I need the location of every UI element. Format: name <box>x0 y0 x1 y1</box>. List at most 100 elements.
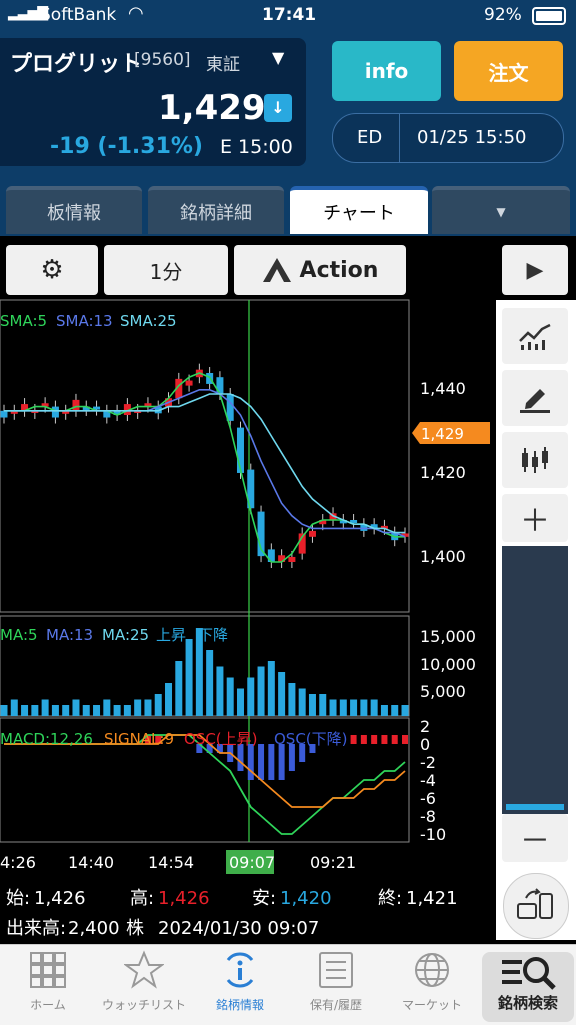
draw-button[interactable] <box>502 370 568 426</box>
candle-body <box>72 399 80 411</box>
macd-osc-bar <box>381 735 388 744</box>
volume-bar <box>267 661 275 716</box>
current-price: 1,429 <box>158 88 266 128</box>
sma-line-3 <box>4 393 405 534</box>
rotate-button[interactable] <box>503 873 569 939</box>
zoom-in-button[interactable]: ＋ <box>502 494 568 542</box>
line-chart-icon <box>519 323 551 350</box>
nav-stock-info-label: 銘柄情報 <box>215 998 264 1012</box>
zoom-slider[interactable] <box>502 546 568 814</box>
high-value: 1,426 <box>158 888 210 909</box>
macd-tick-m10: -10 <box>420 825 446 844</box>
nav-holdings-label: 保有/履歴 <box>309 998 363 1012</box>
ed-time: 01/25 15:50 <box>417 127 527 148</box>
ed-label: ED <box>357 127 383 148</box>
chart-frames <box>0 299 410 843</box>
current-price-tag-label: 1,429 <box>421 425 464 443</box>
volume-bar <box>329 699 337 716</box>
macd-osc-bar <box>288 744 295 771</box>
volume-bar <box>51 705 59 716</box>
tab-more[interactable]: ▼ <box>432 186 570 234</box>
stock-summary[interactable]: プログリット [9560] 東証 ▼ 1,429 ↓ -19 (-1.31%) … <box>0 38 306 166</box>
chart-area[interactable]: SMA:5 SMA:13 SMA:25 MA:5 MA:13 MA:25 上昇 … <box>0 298 496 944</box>
datetime-value: 2024/01/30 09:07 <box>158 918 319 939</box>
legend-down: 下降 <box>198 626 228 644</box>
tab-details[interactable]: 銘柄詳細 <box>148 186 284 234</box>
volume-bar <box>123 705 131 716</box>
dropdown-icon[interactable]: ▼ <box>272 48 284 67</box>
wifi-icon: ◠ <box>128 3 144 24</box>
high-label: 高: <box>130 888 154 909</box>
nav-home-label: ホーム <box>30 998 66 1012</box>
status-bar: ▂▃▅▇ SoftBank ◠ 17:41 92% <box>0 0 576 32</box>
price-tick-1440: 1,440 <box>420 379 466 398</box>
legend-macd: MACD:12,26 <box>0 730 93 748</box>
volume-bar <box>391 705 399 716</box>
step-forward-icon: ▶︎ <box>526 257 544 283</box>
stock-code: [9560] <box>134 50 191 70</box>
macd-tick-0: 0 <box>420 735 430 754</box>
action-button[interactable]: Action <box>234 245 406 295</box>
plus-icon: ＋ <box>520 504 550 539</box>
macd-osc-bar <box>391 735 398 744</box>
macd-line <box>4 734 406 835</box>
play-button[interactable]: ▶︎ <box>502 245 568 295</box>
volume-bar <box>370 699 378 716</box>
nav-stock-info[interactable]: 銘柄情報 <box>192 950 288 1020</box>
volume-bar <box>185 639 193 716</box>
info-button[interactable]: info <box>332 41 441 101</box>
settings-button[interactable]: ⚙ <box>6 245 98 295</box>
vol-tick-10000: 10,000 <box>420 655 476 674</box>
volume-bar <box>10 699 18 716</box>
volume-bar <box>298 688 306 716</box>
action-label: Action <box>299 257 379 283</box>
order-button[interactable]: 注文 <box>454 41 563 101</box>
price-time: E 15:00 <box>220 136 293 158</box>
macd-osc-bar <box>371 735 378 744</box>
volume-bar <box>380 705 388 716</box>
sma-line-1 <box>4 372 405 563</box>
ohlc-readout: 始: 1,426 高: 1,426 安: 1,420 終: 1,421 出来高:… <box>6 888 458 939</box>
close-value: 1,421 <box>406 888 458 909</box>
nav-holdings[interactable]: 保有/履歴 <box>288 950 384 1020</box>
nav-market[interactable]: マーケット <box>384 950 480 1020</box>
time-tick-1454: 14:54 <box>148 853 194 872</box>
legend-osc-down: OSC(下降) <box>274 730 348 748</box>
candle-button[interactable] <box>502 432 568 488</box>
macd-osc-bar <box>247 744 254 780</box>
candle-body <box>288 556 296 562</box>
low-label: 安: <box>252 888 276 909</box>
macd-tick-m2: -2 <box>420 753 436 772</box>
macd-tick-m4: -4 <box>420 771 436 790</box>
macd-osc-bar <box>237 744 244 771</box>
nav-watchlist[interactable]: ウォッチリスト <box>96 950 192 1020</box>
legend-vol-ma13: MA:13 <box>46 626 93 644</box>
interval-button[interactable]: 1分 <box>104 245 228 295</box>
macd-osc-bar <box>360 735 367 744</box>
volume-bar <box>226 677 234 716</box>
volume-bar <box>247 677 255 716</box>
nav-home[interactable]: ホーム <box>0 950 96 1020</box>
price-tick-1420: 1,420 <box>420 463 466 482</box>
tab-chart[interactable]: チャート <box>290 186 428 234</box>
tab-board[interactable]: 板情報 <box>6 186 142 234</box>
legend-vol-ma5: MA:5 <box>0 626 38 644</box>
legend-sma25: SMA:25 <box>120 312 177 330</box>
down-arrow-icon: ↓ <box>264 94 292 122</box>
macd-osc-bar <box>258 744 265 780</box>
zoom-out-button[interactable]: － <box>502 814 568 862</box>
volume-bar <box>308 694 316 716</box>
grid-icon <box>30 952 66 988</box>
zoom-slider-handle[interactable] <box>506 804 564 810</box>
nav-stock-search[interactable]: 銘柄検索 <box>482 952 574 1022</box>
sma-lines <box>4 372 406 563</box>
close-label: 終: <box>378 888 402 909</box>
ed-box[interactable]: ED 01/25 15:50 <box>332 113 564 163</box>
candle-body <box>0 410 8 418</box>
volume-bar <box>236 688 244 716</box>
candle-body <box>51 406 59 418</box>
indicator-button[interactable] <box>502 308 568 364</box>
action-logo-icon <box>262 258 291 282</box>
time-tick-0921: 09:21 <box>310 853 356 872</box>
clock: 17:41 <box>262 5 317 25</box>
